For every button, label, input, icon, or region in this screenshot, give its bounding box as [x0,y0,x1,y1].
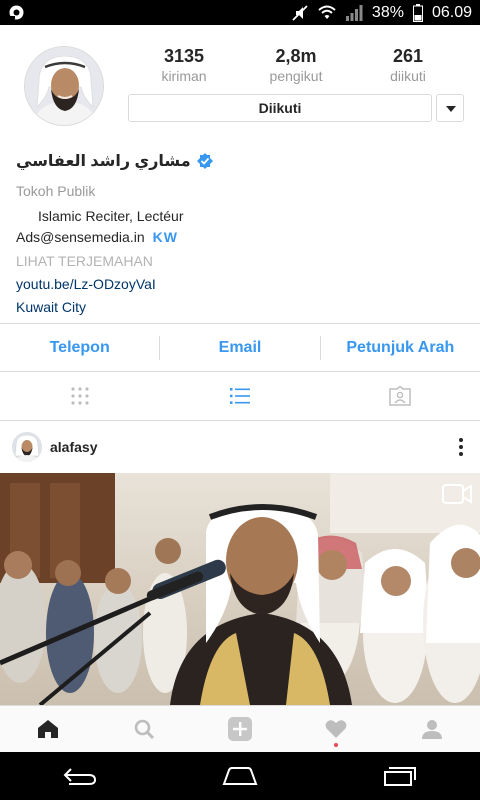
clock: 06.09 [431,3,472,21]
system-home-button[interactable] [160,752,320,800]
profile-name: مشاري راشد العفاسي [16,153,191,170]
email-button[interactable]: Email [160,324,319,371]
following-button[interactable]: Diikuti [128,94,432,122]
tagged-icon [389,386,411,406]
profile-stats: 3135 kiriman 2,8m pengikut 261 diikuti [128,45,464,89]
bio-email: Ads@sensemedia.in [16,229,145,245]
nav-search[interactable] [96,706,192,752]
recents-icon [384,767,416,786]
profile-icon [422,720,442,739]
post-author-username[interactable]: alafasy [50,437,97,457]
posts-count-value: 3135 [163,46,205,66]
video-camera-icon [442,484,472,504]
post-media[interactable] [0,473,480,705]
system-back-button[interactable] [0,752,160,800]
directions-button[interactable]: Petunjuk Arah [321,324,480,371]
following-count[interactable]: 261 diikuti [352,45,464,85]
profile-bio: مشاري راشد العفاسي Tokoh Publik Islamic … [16,149,466,318]
more-options-icon[interactable] [458,437,464,457]
avatar-image [25,47,103,125]
list-icon [230,388,250,404]
followers-count-label: pengikut [269,68,323,84]
nav-home[interactable] [0,706,96,752]
grid-icon [71,387,89,405]
home-icon [38,720,58,738]
profile-website-link[interactable]: youtu.be/Lz-ODzoyVaI [16,274,466,295]
signal-icon [345,4,363,21]
post-author-avatar[interactable] [12,432,42,462]
bio-line-1: Islamic Reciter, Lectéur [38,208,184,224]
bio-line-2: Ads@sensemedia.in KW [16,227,466,248]
profile-location-link[interactable]: Kuwait City [16,297,466,318]
post-header: alafasy [0,421,480,473]
battery-percent: 38% [371,3,404,21]
kuwait-flag-icon: KW [152,229,178,245]
search-icon [134,719,154,739]
chevron-down-icon [446,106,456,112]
nav-activity[interactable] [288,706,384,752]
following-count-value: 261 [392,46,424,66]
profile-header: 3135 kiriman 2,8m pengikut 261 diikuti D… [0,25,480,323]
notification-dot [334,743,338,747]
see-translation-link[interactable]: LIHAT TERJEMAHAN [16,251,466,272]
home-outline-icon [222,767,258,785]
verified-badge-icon [196,153,213,169]
system-recents-button[interactable] [320,752,480,800]
post-video-thumbnail [0,473,480,705]
posts-count-label: kiriman [161,68,207,84]
avatar[interactable] [24,46,104,126]
notification-icon [9,5,24,20]
back-icon [63,768,97,785]
profile-view-tabs [0,372,480,421]
bottom-navigation [0,705,480,752]
following-count-label: diikuti [390,68,426,84]
activity-icon [325,720,347,738]
call-button[interactable]: Telepon [0,324,159,371]
mute-icon [292,4,308,21]
nav-add[interactable] [192,706,288,752]
wifi-icon [318,5,336,19]
tab-tagged[interactable] [320,372,480,420]
posts-count[interactable]: 3135 kiriman [128,45,240,85]
status-bar: 38% 06.09 [0,0,480,25]
profile-name-row: مشاري راشد العفاسي [16,149,466,173]
followers-count-value: 2,8m [275,46,317,66]
system-navigation-bar [0,752,480,800]
add-icon [228,717,252,741]
tab-grid[interactable] [0,372,160,420]
suggestions-dropdown-button[interactable] [436,94,464,122]
nav-profile[interactable] [384,706,480,752]
avatar-image [12,432,42,462]
followers-count[interactable]: 2,8m pengikut [240,45,352,85]
profile-category: Tokoh Publik [16,183,96,199]
battery-icon [412,3,423,22]
tab-list[interactable] [160,372,320,420]
contact-bar: Telepon Email Petunjuk Arah [0,323,480,372]
